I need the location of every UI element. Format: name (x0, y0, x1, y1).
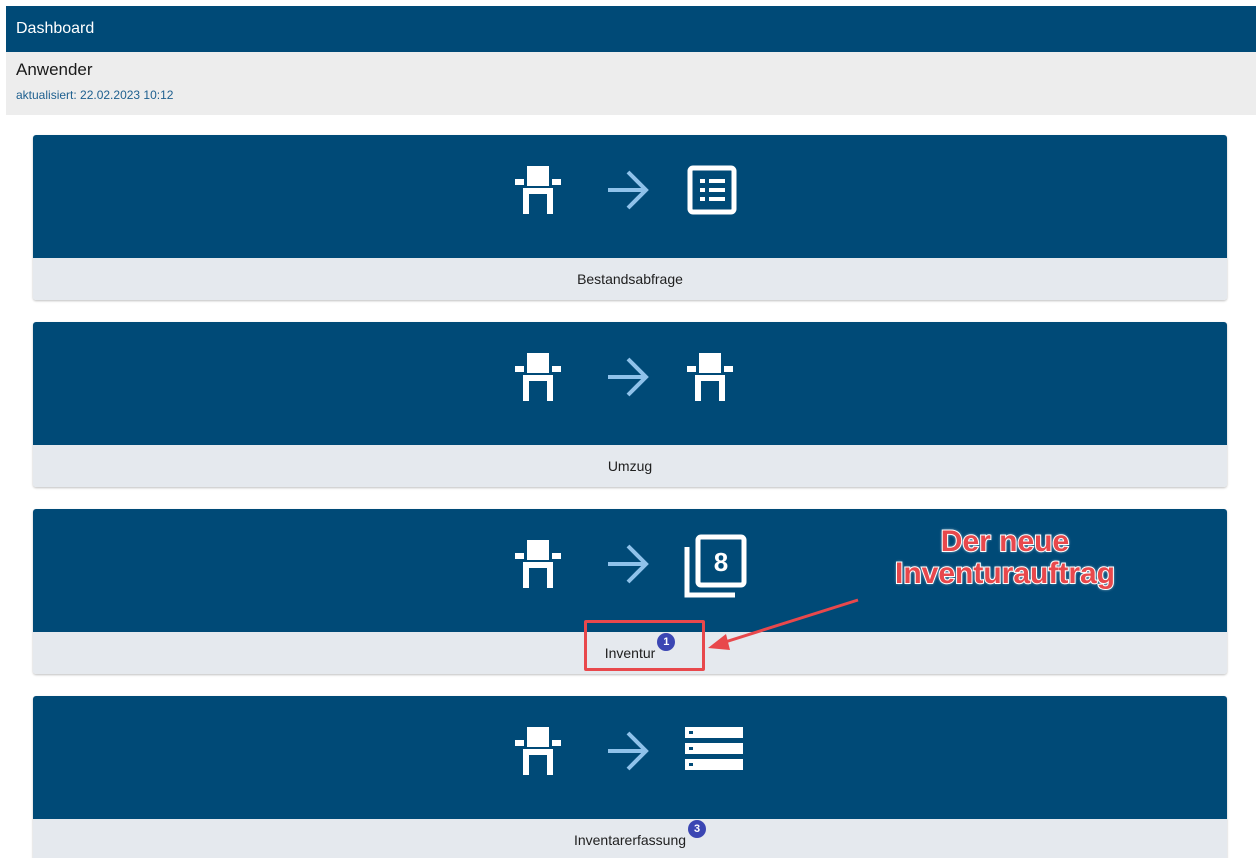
tile-label: Bestandsabfrage (577, 271, 683, 287)
chair-icon (515, 353, 561, 401)
chair-icon (515, 540, 561, 588)
tile-banner (33, 135, 1227, 258)
chair-icon (687, 353, 733, 401)
arrow-right-icon (608, 357, 649, 397)
annotation-line-2: Inventurauftrag (894, 557, 1116, 591)
last-updated: aktualisiert: 22.02.2023 10:12 (16, 88, 174, 102)
user-info-bar: Anwender aktualisiert: 22.02.2023 10:12 (6, 52, 1256, 115)
filter-8-icon: 8 (684, 534, 747, 598)
tile-inventarerfassung[interactable]: Inventarerfassung 3 (33, 696, 1227, 858)
tile-banner (33, 322, 1227, 445)
tile-umzug[interactable]: Umzug (33, 322, 1227, 487)
tile-caption: Bestandsabfrage (33, 258, 1227, 300)
chair-icon (515, 166, 561, 214)
dashboard-page: Dashboard Anwender aktualisiert: 22.02.2… (0, 0, 1256, 858)
notification-badge: 3 (688, 820, 707, 838)
annotation-highlight-box (584, 620, 705, 671)
tile-caption: Umzug (33, 445, 1227, 487)
user-name: Anwender (16, 60, 93, 79)
arrow-right-icon (608, 731, 649, 771)
page-title: Dashboard (16, 20, 95, 37)
annotation-line-1: Der neue (940, 525, 1070, 559)
arrow-right-icon (608, 544, 649, 584)
annotation-text: Der neue Inventurauftrag (860, 525, 1150, 591)
tile-label: Inventarerfassung 3 (574, 820, 707, 848)
storage-icon (685, 727, 743, 770)
list-icon (687, 165, 737, 215)
tile-caption: Inventarerfassung 3 (33, 819, 1227, 858)
tile-banner (33, 696, 1227, 819)
tile-label: Umzug (607, 458, 653, 474)
chair-icon (515, 727, 561, 775)
tile-bestandsabfrage[interactable]: Bestandsabfrage (33, 135, 1227, 300)
svg-text:8: 8 (714, 547, 728, 577)
arrow-right-icon (608, 170, 649, 210)
app-header: Dashboard (6, 6, 1256, 52)
